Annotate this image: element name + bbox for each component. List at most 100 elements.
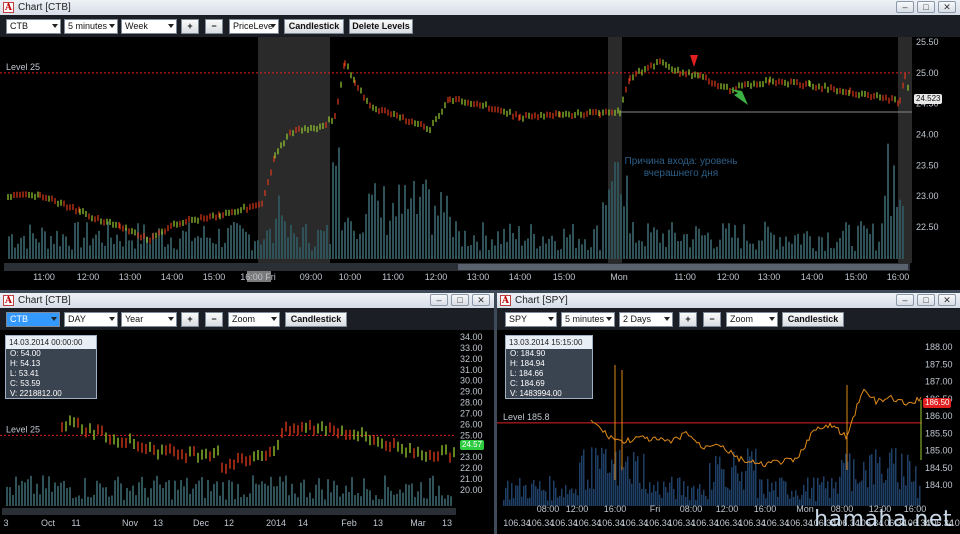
ohlc-high: H: 54.13: [10, 359, 41, 368]
volume-bar: [182, 230, 184, 259]
zoom-in-button[interactable]: +: [181, 312, 199, 327]
top-title-bar[interactable]: A Chart [CTB] – □ ✕: [0, 0, 960, 16]
volume-bar: [626, 175, 628, 259]
candlestick-button[interactable]: Candlestick: [782, 312, 844, 327]
interval-select[interactable]: DAY: [64, 312, 118, 327]
volume-bar: [98, 230, 100, 259]
maximize-button[interactable]: □: [451, 294, 469, 306]
volume-bar: [224, 242, 226, 259]
chevron-down-icon: [51, 317, 57, 321]
zoom-in-button[interactable]: +: [181, 19, 199, 34]
br-title-bar[interactable]: A Chart [SPY] – □ ✕: [497, 293, 960, 309]
volume-bar: [869, 455, 871, 506]
minimize-button[interactable]: –: [896, 294, 914, 306]
volume-bar: [539, 481, 541, 506]
x-tick-label: 11:00: [33, 272, 55, 282]
volume-bar: [264, 483, 266, 506]
volume-bar: [407, 209, 409, 259]
volume-bar: [113, 244, 115, 259]
volume-bar: [519, 477, 521, 506]
chevron-down-icon: [109, 24, 115, 28]
volume-bar: [485, 235, 487, 259]
volume-bar: [505, 487, 507, 506]
range-select[interactable]: Week: [121, 19, 177, 34]
close-button[interactable]: ✕: [938, 294, 956, 306]
volume-bar: [657, 481, 659, 506]
volume-bar: [207, 479, 209, 506]
range-select[interactable]: 2 Days: [619, 312, 673, 327]
x-tick-label: 14:00: [161, 272, 184, 282]
volume-bar: [549, 476, 551, 506]
volume-bar: [74, 222, 76, 259]
zoom-in-button[interactable]: +: [679, 312, 697, 327]
volume-bar: [332, 162, 334, 259]
y-tick-label: 184.00: [925, 480, 953, 490]
current-price-tag: 186.50: [923, 398, 952, 408]
current-price-tag: 24.523: [914, 94, 943, 104]
bl-title-bar[interactable]: A Chart [CTB] – □ ✕: [0, 293, 494, 309]
volume-bar: [138, 482, 140, 506]
zoom-out-button[interactable]: −: [205, 312, 223, 327]
x-tick-label: 15:00: [845, 272, 868, 282]
x-tick-label: 11:00: [382, 272, 404, 282]
close-button[interactable]: ✕: [938, 1, 956, 13]
volume-bar: [841, 459, 843, 506]
range-select[interactable]: Year: [121, 312, 177, 327]
delete-levels-button[interactable]: Delete Levels: [349, 19, 413, 34]
mode-select[interactable]: Zoom: [726, 312, 778, 327]
volume-bar: [443, 212, 445, 259]
x-tick-label: Mon: [610, 272, 628, 282]
volume-bar: [194, 237, 196, 259]
volume-bar: [842, 230, 844, 259]
minimize-button[interactable]: –: [896, 1, 914, 13]
y-tick-label: 22.00: [460, 463, 483, 473]
br-chart-area[interactable]: 188.00 187.50 187.00 186.50 186.00 185.50 185.…: [497, 330, 960, 534]
volume-bar: [222, 482, 224, 506]
volume-bar: [426, 498, 428, 506]
mode-select[interactable]: PriceLeve: [229, 19, 279, 34]
zoom-out-button[interactable]: −: [703, 312, 721, 327]
volume-bar: [450, 496, 452, 506]
volume-bar: [50, 236, 52, 259]
ohlc-low: L: 53.41: [10, 369, 39, 378]
interval-select[interactable]: 5 minutes: [561, 312, 615, 327]
bl-chart-area[interactable]: 34.00 33.00 32.00 31.00 30.00 29.00 28.00 27.00…: [0, 330, 494, 534]
symbol-select[interactable]: CTB: [6, 19, 61, 34]
volume-bar: [342, 493, 344, 506]
volume-bar: [679, 477, 681, 506]
volume-bar: [650, 232, 652, 259]
volume-bar: [881, 223, 883, 259]
candlestick-button[interactable]: Candlestick: [285, 312, 347, 327]
zoom-out-button[interactable]: −: [205, 19, 223, 34]
maximize-button[interactable]: □: [917, 1, 935, 13]
minimize-button[interactable]: –: [430, 294, 448, 306]
candlestick-button[interactable]: Candlestick: [284, 19, 344, 34]
volume-bar: [843, 462, 845, 506]
volume-bar: [68, 245, 70, 259]
volume-bar: [527, 238, 529, 259]
volume-bar: [907, 454, 909, 506]
top-price-chart[interactable]: 25.5025.0024.5024.0023.5023.0022.50Level…: [0, 37, 960, 290]
volume-bar: [395, 216, 397, 259]
volume-bar: [11, 234, 13, 259]
symbol-select[interactable]: SPY: [505, 312, 557, 327]
mode-select[interactable]: Zoom: [228, 312, 280, 327]
interval-select[interactable]: 5 minutes: [64, 19, 118, 34]
volume-bar: [414, 497, 416, 506]
volume-bar: [621, 466, 623, 506]
volume-bar: [653, 484, 655, 506]
volume-bar: [258, 484, 260, 506]
volume-bar: [860, 221, 862, 259]
volume-bar: [318, 478, 320, 506]
maximize-button[interactable]: □: [917, 294, 935, 306]
volume-bar: [150, 488, 152, 506]
volume-bar: [716, 246, 718, 259]
volume-bar: [525, 484, 527, 506]
volume-bar: [417, 491, 419, 506]
volume-bar: [54, 482, 56, 506]
symbol-select[interactable]: CTB: [6, 312, 60, 327]
top-chart-area[interactable]: 25.5025.0024.5024.0023.5023.0022.50Level…: [0, 37, 960, 290]
volume-bar: [167, 244, 169, 259]
volume-bar: [836, 241, 838, 259]
close-button[interactable]: ✕: [472, 294, 490, 306]
